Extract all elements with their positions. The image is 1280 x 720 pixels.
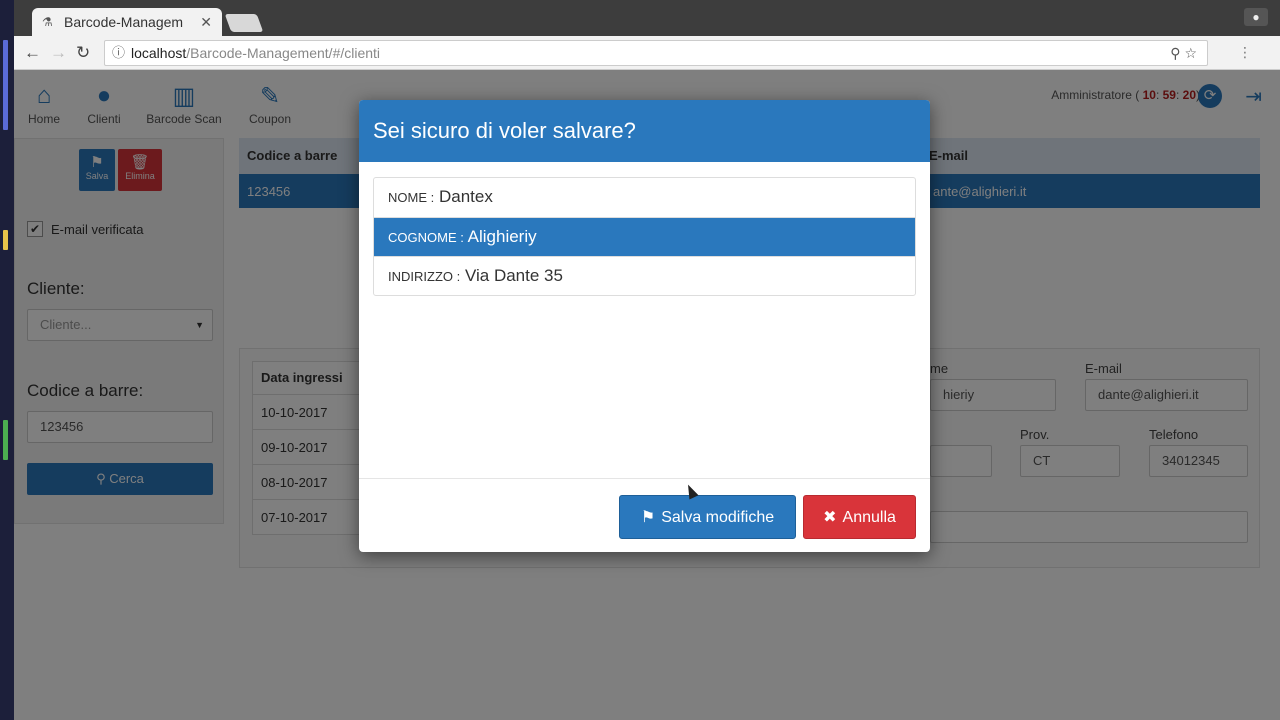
tab-title: Barcode-Managem xyxy=(64,14,184,30)
desktop-taskbar xyxy=(0,0,14,720)
url-path: /Barcode-Management/#/clienti xyxy=(186,45,381,61)
save-changes-button[interactable]: ⚑ Salva modifiche xyxy=(619,495,796,539)
save-icon: ⚑ xyxy=(640,509,656,526)
field-key: NOME : xyxy=(388,190,435,205)
new-tab-button[interactable] xyxy=(224,14,264,32)
field-value: Via Dante 35 xyxy=(464,266,563,285)
list-item[interactable]: NOME : Dantex xyxy=(374,178,915,217)
url-input[interactable]: ⓘ localhost/Barcode-Management/#/clienti… xyxy=(104,40,1208,66)
save-changes-label: Salva modifiche xyxy=(661,509,775,526)
forward-arrow-icon[interactable]: → xyxy=(50,43,67,63)
cancel-button[interactable]: ✖ Annulla xyxy=(803,495,916,539)
reload-icon[interactable]: ↻ xyxy=(76,43,90,63)
menu-icon[interactable]: ⋮ xyxy=(1238,44,1266,61)
field-key: INDIRIZZO : xyxy=(388,269,461,284)
back-arrow-icon[interactable]: ← xyxy=(24,43,41,63)
dialog-title: Sei sicuro di voler salvare? xyxy=(359,100,930,162)
field-key: COGNOME : xyxy=(388,230,464,245)
browser-titlebar: ⚗ Barcode-Managem ✕ ● xyxy=(14,0,1280,36)
browser-tab[interactable]: ⚗ Barcode-Managem ✕ xyxy=(32,8,222,36)
cancel-label: Annulla xyxy=(842,509,896,526)
dialog-footer: ⚑ Salva modifiche ✖ Annulla xyxy=(359,478,930,552)
field-value: Alighieriy xyxy=(467,227,537,246)
bookmark-star-icon[interactable]: ⚲ ☆ xyxy=(1170,41,1197,65)
field-value: Dantex xyxy=(438,187,493,206)
url-host: localhost xyxy=(131,45,187,61)
close-icon: ✖ xyxy=(823,509,837,526)
summary-list: NOME : Dantex COGNOME : Alighieriy INDIR… xyxy=(373,177,916,296)
info-icon: ⓘ xyxy=(112,45,126,60)
close-icon[interactable]: ✕ xyxy=(200,14,212,31)
confirm-save-dialog: Sei sicuro di voler salvare? NOME : Dant… xyxy=(359,100,930,552)
list-item[interactable]: INDIRIZZO : Via Dante 35 xyxy=(374,256,915,295)
page-favicon-icon: ⚗ xyxy=(42,15,53,29)
address-bar: ← → ↻ ⓘ localhost/Barcode-Management/#/c… xyxy=(14,36,1280,70)
profile-icon[interactable]: ● xyxy=(1244,8,1268,26)
list-item[interactable]: COGNOME : Alighieriy xyxy=(374,217,915,256)
